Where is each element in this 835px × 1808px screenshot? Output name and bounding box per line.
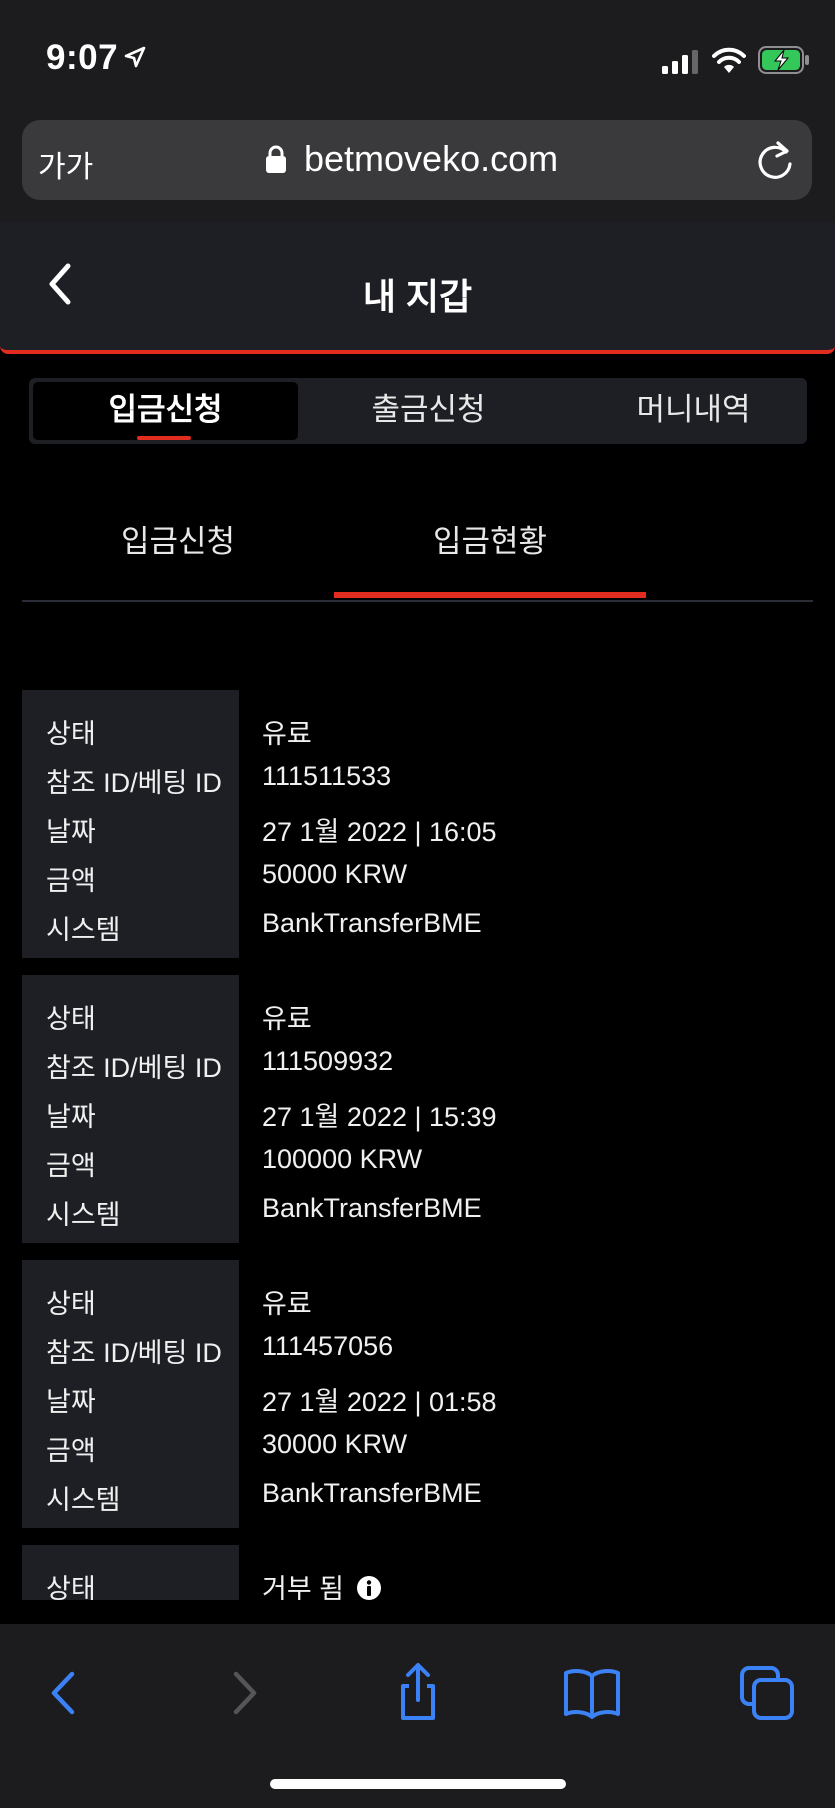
deposit-record: 상태 거부 됨 [22, 1545, 813, 1600]
active-tab-underline [137, 436, 191, 440]
value-amount: 50000 KRW [262, 859, 408, 889]
label-amount: 금액 [46, 866, 96, 896]
label-reference: 참조 ID/베팅 ID [46, 1338, 222, 1368]
label-reference: 참조 ID/베팅 ID [46, 1053, 222, 1083]
tab-label: 머니내역 [636, 392, 751, 427]
text-size-button[interactable]: 가가 [38, 142, 93, 186]
battery-charging-icon [758, 46, 809, 74]
location-arrow-icon [124, 46, 146, 68]
value-reference: 111509932 [262, 1046, 394, 1076]
tab-deposit-request[interactable]: 입금신청 [33, 382, 298, 440]
label-system: 시스템 [46, 1200, 121, 1230]
value-amount: 30000 KRW [262, 1429, 408, 1459]
wallet-tabs: 입금신청 출금신청 머니내역 [29, 378, 807, 444]
label-date: 날짜 [46, 817, 96, 847]
lock-icon [266, 145, 286, 173]
share-icon[interactable] [383, 1658, 453, 1728]
status-time: 9:07 [46, 38, 119, 77]
deposit-record: 상태 참조 ID/베팅 ID 날짜 금액 시스템 유료 111509932 27… [22, 975, 813, 1243]
bookmarks-icon[interactable] [557, 1658, 627, 1728]
value-date: 27 1월 2022 | 01:58 [262, 1387, 497, 1417]
deposit-subtabs: 입금신청 입금현황 [22, 480, 813, 602]
page-title: 내 지갑 [362, 276, 473, 317]
value-status: 유료 [262, 1004, 312, 1034]
value-system: BankTransferBME [262, 1193, 482, 1223]
value-system: BankTransferBME [262, 908, 482, 938]
record-label-column: 상태 참조 ID/베팅 ID 날짜 금액 시스템 [22, 690, 239, 958]
info-icon[interactable] [356, 1575, 382, 1600]
label-status: 상태 [46, 1574, 96, 1600]
tab-withdraw-request[interactable]: 출금신청 [296, 382, 561, 440]
label-date: 날짜 [46, 1387, 96, 1417]
label-date: 날짜 [46, 1102, 96, 1132]
tab-label: 입금신청 [108, 392, 223, 427]
browser-forward-icon[interactable] [208, 1658, 278, 1728]
label-system: 시스템 [46, 915, 121, 945]
active-subtab-indicator [334, 592, 646, 598]
deposit-records-list[interactable]: 상태 참조 ID/베팅 ID 날짜 금액 시스템 유료 111511533 27… [22, 690, 813, 1600]
browser-chrome: 가가 betmoveko.com [0, 110, 835, 222]
url-text[interactable]: betmoveko.com [304, 138, 558, 180]
tabs-icon[interactable] [732, 1658, 802, 1728]
wifi-icon [712, 47, 746, 73]
deposit-record: 상태 참조 ID/베팅 ID 날짜 금액 시스템 유료 111457056 27… [22, 1260, 813, 1528]
value-status: 거부 됨 [262, 1567, 382, 1600]
value-status: 유료 [262, 719, 312, 749]
home-indicator[interactable] [270, 1779, 566, 1789]
value-date: 27 1월 2022 | 15:39 [262, 1102, 497, 1132]
deposit-record: 상태 참조 ID/베팅 ID 날짜 금액 시스템 유료 111511533 27… [22, 690, 813, 958]
record-label-column: 상태 [22, 1545, 239, 1600]
value-system: BankTransferBME [262, 1478, 482, 1508]
label-status: 상태 [46, 1289, 96, 1319]
value-status: 유료 [262, 1289, 312, 1319]
tab-label: 출금신청 [371, 392, 486, 427]
value-date: 27 1월 2022 | 16:05 [262, 817, 497, 847]
subtab-deposit-status[interactable]: 입금현황 [334, 516, 646, 561]
value-reference: 111457056 [262, 1331, 394, 1361]
record-label-column: 상태 참조 ID/베팅 ID 날짜 금액 시스템 [22, 975, 239, 1243]
subtab-deposit-request[interactable]: 입금신청 [22, 516, 334, 561]
label-amount: 금액 [46, 1436, 96, 1466]
value-reference: 111511533 [262, 761, 392, 791]
reload-icon[interactable] [756, 140, 796, 182]
status-rejected-text: 거부 됨 [262, 1574, 345, 1600]
label-status: 상태 [46, 719, 96, 749]
label-system: 시스템 [46, 1485, 121, 1515]
record-label-column: 상태 참조 ID/베팅 ID 날짜 금액 시스템 [22, 1260, 239, 1528]
value-amount: 100000 KRW [262, 1144, 423, 1174]
label-reference: 참조 ID/베팅 ID [46, 768, 222, 798]
label-amount: 금액 [46, 1151, 96, 1181]
address-bar[interactable]: 가가 betmoveko.com [22, 120, 812, 200]
tab-money-history[interactable]: 머니내역 [561, 382, 826, 440]
signal-icon [662, 50, 698, 74]
page-header: 내 지갑 [0, 222, 835, 354]
label-status: 상태 [46, 1004, 96, 1034]
browser-back-icon[interactable] [30, 1658, 100, 1728]
status-bar: 9:07 [0, 0, 835, 110]
